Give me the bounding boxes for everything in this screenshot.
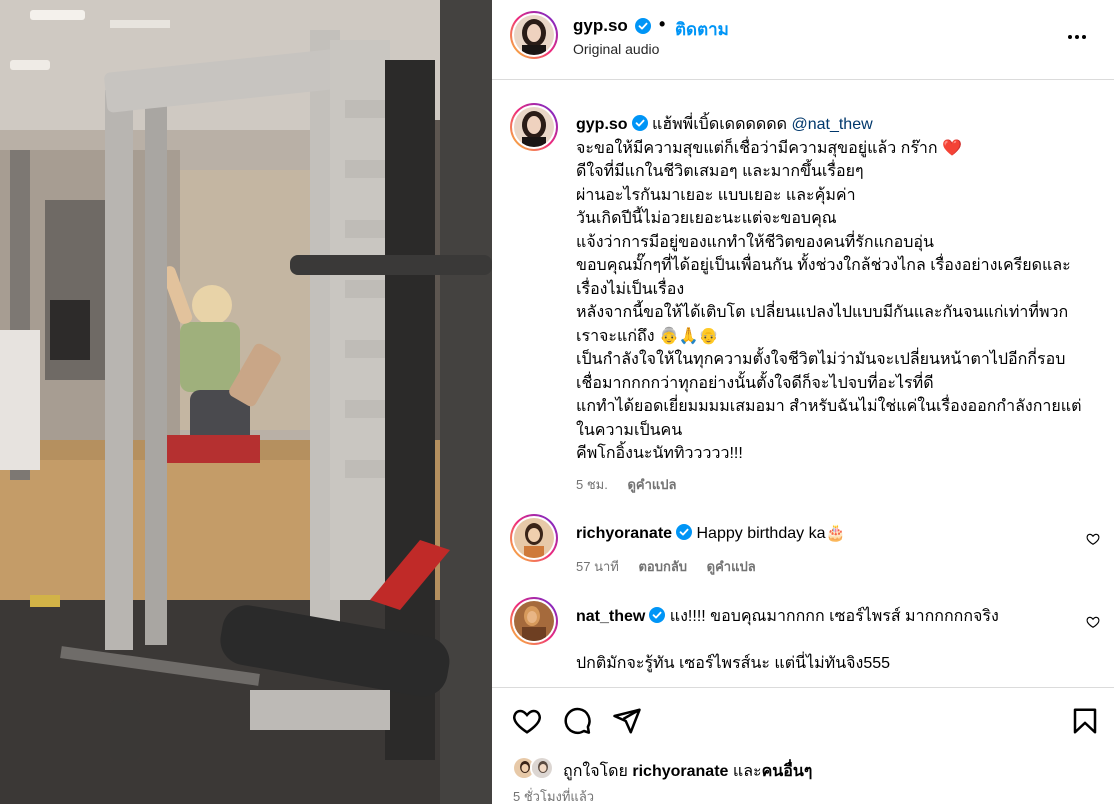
- post-timestamp[interactable]: 5 ชั่วโมงที่แล้ว: [513, 786, 594, 804]
- author-avatar[interactable]: [510, 11, 558, 59]
- like-comment-heart-icon[interactable]: [1086, 615, 1100, 629]
- caption-line: เชื่อมากกกกว่าทุกอย่างนั้นตั้งใจดีก็จะไป…: [576, 374, 934, 392]
- comment-text: richyoranate Happy birthday ka🎂: [576, 522, 1096, 546]
- commenter-avatar-image: [514, 518, 554, 560]
- caption-line: เราจะแก่ถึง 👵🙏👴: [576, 327, 719, 345]
- likes-prefix: ถูกใจโดย: [563, 763, 628, 780]
- comment-content: แง!!!! ขอบคุณมากกกก เซอร์ไพรส์ มากกกกกจร…: [669, 608, 999, 625]
- post-media-video[interactable]: [0, 0, 492, 804]
- commenter-avatar[interactable]: [510, 514, 558, 562]
- caption-line: ขอบคุณมั๊กๆที่ได้อยู่เป็นเพื่อนกัน ทั้งช…: [576, 257, 1071, 274]
- comment-icon[interactable]: [562, 706, 592, 736]
- caption-line: เป็นกำลังใจให้ในทุกความตั้งใจชีวิตไม่ว่า…: [576, 351, 1066, 368]
- comment-item: nat_thew แง!!!! ขอบคุณมากกกก เซอร์ไพรส์ …: [492, 597, 1114, 686]
- caption-line: เรื่องไม่เป็นเรื่อง: [576, 280, 685, 298]
- author-avatar-image: [514, 15, 554, 55]
- caption-username[interactable]: gyp.so: [576, 116, 628, 133]
- caption-line: วันเกิดปีนี้ไม่อวยเยอะนะแต่จะขอบคุณ: [576, 210, 837, 227]
- caption-line: ในความเป็นคน: [576, 421, 683, 439]
- likes-text: ถูกใจโดย richyoranate และคนอื่นๆ: [563, 759, 812, 784]
- bookmark-icon[interactable]: [1070, 706, 1100, 736]
- caption-author-avatar[interactable]: [510, 103, 558, 151]
- verified-badge-icon: [676, 524, 693, 540]
- caption-time[interactable]: 5 ชม.: [576, 477, 608, 492]
- caption-line: จะขอให้มีความสุขแต่ก็เชื่อว่ามีความสุขอย…: [576, 139, 962, 157]
- gym-scene-image: [0, 0, 492, 804]
- caption-line: ผ่านอะไรกันมาเยอะ แบบเยอะ และคุ้มค่า: [576, 186, 856, 204]
- share-icon[interactable]: [612, 706, 642, 736]
- caption-line: แกทำได้ยอดเยี่ยมมมมเสมอมา สำหรับฉันไม่ใช…: [576, 398, 1082, 415]
- comments-scroll-area[interactable]: gyp.so แฮ้พพี่เบิ้ดเดดดดดด @nat_thew จะข…: [492, 81, 1114, 686]
- caption-line: ดีใจที่มีแกในชีวิตเสมอๆ และมากขึ้นเรื่อย…: [576, 163, 864, 180]
- liker-avatar-image: [532, 758, 552, 778]
- caption-line: คีพโกอิ้งนะนัททิววววว!!!: [576, 445, 743, 462]
- comment-username[interactable]: richyoranate: [576, 525, 672, 542]
- heart-icon[interactable]: [512, 706, 542, 736]
- liker-avatar[interactable]: [530, 756, 554, 780]
- comment-content-line2: ปกติมักจะรู้ทัน เซอร์ไพรส์นะ แต่นี่ไม่ทั…: [576, 654, 891, 672]
- comment-text: nat_thew แง!!!! ขอบคุณมากกกก เซอร์ไพรส์ …: [576, 605, 1096, 675]
- reply-button[interactable]: ตอบกลับ: [638, 559, 687, 574]
- likes-summary: ถูกใจโดย richyoranate และคนอื่นๆ: [510, 752, 1110, 782]
- verified-badge-icon: [649, 607, 666, 623]
- likes-others-link[interactable]: คนอื่นๆ: [762, 763, 813, 780]
- comment-time[interactable]: 57 นาที: [576, 559, 619, 574]
- post-action-bar: [492, 687, 1114, 752]
- caption-block: gyp.so แฮ้พพี่เบิ้ดเดดดดดด @nat_thew จะข…: [492, 103, 1114, 503]
- follow-button[interactable]: ติดตาม: [675, 16, 729, 43]
- header-separator: •: [659, 14, 666, 34]
- like-comment-heart-icon[interactable]: [1086, 532, 1100, 546]
- comment-item: richyoranate Happy birthday ka🎂 57 นาที …: [492, 514, 1114, 584]
- post-header: gyp.so • ติดตาม Original audio: [492, 0, 1114, 80]
- verified-badge-icon: [635, 18, 651, 34]
- caption-line: แจ้งว่าการมีอยู่ของแกทำให้ชีวิตของคนที่ร…: [576, 233, 934, 251]
- comment-translate-button[interactable]: ดูคำแปล: [707, 559, 756, 574]
- likes-user-link[interactable]: richyoranate: [632, 763, 728, 780]
- caption-mention[interactable]: @nat_thew: [791, 116, 872, 133]
- comment-username[interactable]: nat_thew: [576, 608, 645, 625]
- author-username[interactable]: gyp.so: [573, 16, 628, 36]
- likes-joiner: และ: [732, 763, 762, 780]
- caption-avatar-image: [514, 107, 554, 147]
- verified-badge-icon: [631, 115, 648, 131]
- commenter-avatar[interactable]: [510, 597, 558, 645]
- caption-meta: 5 ชม. ดูคำแปล: [576, 474, 693, 495]
- caption-line: หลังจากนี้ขอให้ได้เติบโต เปลี่ยนแปลงไปแบ…: [576, 304, 1069, 321]
- comment-content: Happy birthday ka🎂: [696, 525, 846, 542]
- more-options-icon[interactable]: [1068, 26, 1092, 46]
- caption-lead: แฮ้พพี่เบิ้ดเดดดดดด: [652, 116, 788, 133]
- caption-translate-button[interactable]: ดูคำแปล: [627, 477, 676, 492]
- comment-meta: 57 นาที ตอบกลับ ดูคำแปล: [576, 556, 772, 577]
- caption-text: gyp.so แฮ้พพี่เบิ้ดเดดดดดด @nat_thew จะข…: [576, 113, 1096, 466]
- post-detail-panel: gyp.so • ติดตาม Original audio gyp.so แฮ…: [492, 0, 1114, 804]
- audio-label[interactable]: Original audio: [573, 41, 659, 57]
- commenter-avatar-image: [514, 601, 554, 643]
